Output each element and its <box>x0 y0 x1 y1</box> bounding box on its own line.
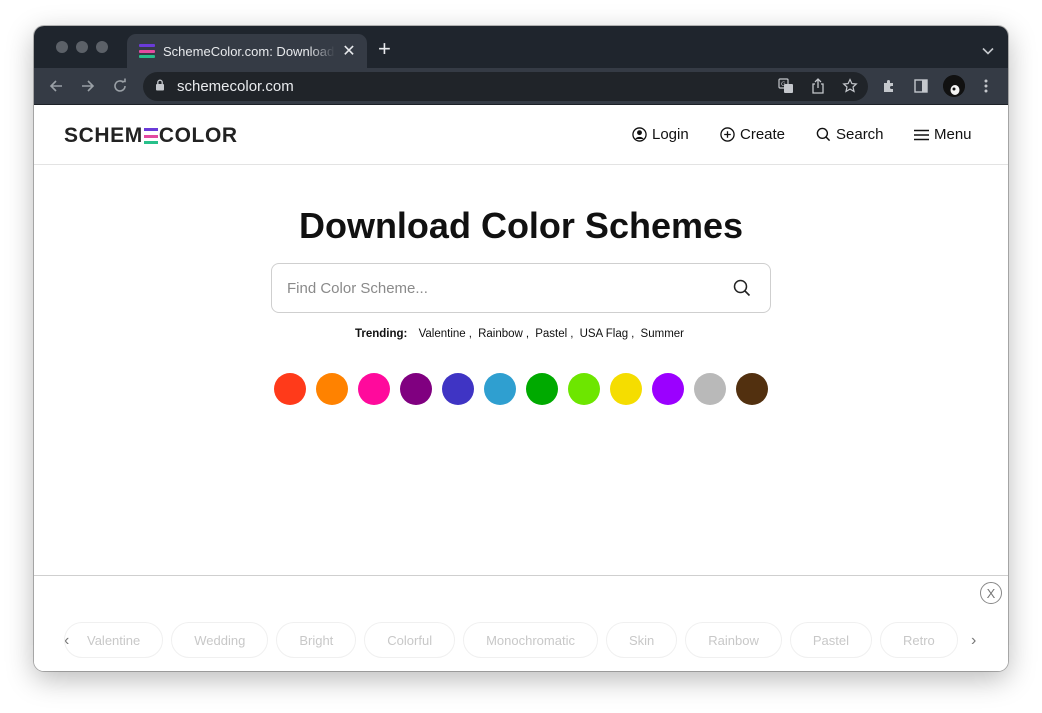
window-zoom-dot[interactable] <box>96 41 108 53</box>
tags-row: Valentine Wedding Bright Colorful Monochroma… <box>64 622 984 658</box>
browser-window: SchemeColor.com: Download, Create and Sh… <box>34 26 1008 671</box>
color-swatch[interactable] <box>358 373 390 405</box>
trending-link[interactable]: Summer <box>641 328 684 340</box>
color-swatch[interactable] <box>400 373 432 405</box>
nav-menu[interactable]: Menu <box>914 126 972 143</box>
tag-pill[interactable]: Wedding <box>171 622 269 658</box>
nav-menu-label: Menu <box>934 126 972 143</box>
tab-search-chevron-icon[interactable] <box>982 42 994 60</box>
browser-toolbar: schemecolor.com G <box>34 68 1008 105</box>
share-icon[interactable] <box>809 77 827 95</box>
back-icon[interactable] <box>47 77 65 95</box>
tags-next-arrow-icon[interactable]: › <box>971 632 976 650</box>
trending-row: Trending: Valentine, Rainbow, Pastel, US… <box>354 328 684 340</box>
site-logo[interactable]: SCHEM COLOR <box>64 124 238 148</box>
trending-label: Trending: <box>354 328 408 340</box>
plus-circle-icon <box>720 127 735 142</box>
tag-pill[interactable]: Colorful <box>364 622 456 658</box>
trending-link[interactable]: Valentine <box>419 328 466 340</box>
color-swatch[interactable] <box>526 373 558 405</box>
reload-icon[interactable] <box>111 77 129 95</box>
tag-pill[interactable]: Pastel <box>789 622 872 658</box>
extensions-icon[interactable] <box>880 77 898 95</box>
window-minimize-dot[interactable] <box>76 41 88 53</box>
forward-icon[interactable] <box>79 77 97 95</box>
color-swatch[interactable] <box>316 373 348 405</box>
site-header: SCHEM COLOR Login Create Search Menu <box>34 105 1008 165</box>
color-swatch[interactable] <box>610 373 642 405</box>
search-submit-icon[interactable] <box>722 279 762 297</box>
nav-login-label: Login <box>652 126 689 143</box>
tag-pill[interactable]: Skin <box>605 622 678 658</box>
scheme-search-box[interactable] <box>271 263 771 313</box>
more-menu-icon[interactable] <box>977 77 995 95</box>
color-swatch[interactable] <box>694 373 726 405</box>
color-swatch[interactable] <box>652 373 684 405</box>
new-tab-button[interactable]: + <box>378 38 391 60</box>
tab-close-icon[interactable]: ✕ <box>341 41 357 61</box>
scheme-search-input[interactable] <box>272 264 722 312</box>
tag-pill[interactable]: Rainbow <box>685 622 782 658</box>
color-swatch[interactable] <box>568 373 600 405</box>
trending-link[interactable]: Pastel <box>535 328 567 340</box>
window-close-dot[interactable] <box>56 41 68 53</box>
tag-pill[interactable]: Bright <box>276 622 357 658</box>
translate-icon[interactable]: G <box>777 77 795 95</box>
profile-avatar[interactable] <box>943 75 965 97</box>
color-swatch[interactable] <box>736 373 768 405</box>
svg-text:G: G <box>781 81 786 88</box>
close-bar-button[interactable]: X <box>980 582 1002 604</box>
nav-login[interactable]: Login <box>632 126 689 143</box>
color-swatch[interactable] <box>274 373 306 405</box>
nav-search-label: Search <box>836 126 884 143</box>
active-tab[interactable]: SchemeColor.com: Download, Create and Sh… <box>127 34 367 68</box>
tab-strip: SchemeColor.com: Download, Create and Sh… <box>34 26 1008 68</box>
page-title: Download Color Schemes <box>298 205 744 246</box>
color-swatch-row <box>274 373 778 405</box>
popular-tags-bar: X ‹ Valentine Wedding Bright Colorful Monoch… <box>34 575 1008 671</box>
search-icon <box>816 127 831 142</box>
nav-create-label: Create <box>740 126 786 143</box>
hamburger-icon <box>914 129 929 140</box>
url-text[interactable]: schemecolor.com <box>177 78 294 95</box>
web-page: SCHEM COLOR Login Create Search Menu Dow… <box>34 105 1008 671</box>
side-panel-icon[interactable] <box>912 77 930 95</box>
logo-text-left: SCHEM <box>64 124 143 147</box>
nav-create[interactable]: Create <box>720 126 785 143</box>
tab-title: SchemeColor.com: Download, Create and Sh… <box>163 43 335 59</box>
logo-e-mark-icon <box>143 128 158 144</box>
address-bar[interactable]: schemecolor.com <box>143 72 868 101</box>
tag-pill[interactable]: Monochromatic <box>463 622 598 658</box>
tag-pill[interactable]: Valentine <box>64 622 164 658</box>
logo-text-right: COLOR <box>158 124 238 147</box>
site-favicon-icon <box>139 43 155 59</box>
bookmark-star-icon[interactable] <box>841 77 859 95</box>
color-swatch[interactable] <box>442 373 474 405</box>
tag-pill[interactable]: Retro <box>880 622 958 658</box>
lock-icon[interactable] <box>155 78 165 96</box>
trending-link[interactable]: Rainbow <box>478 328 523 340</box>
trending-link[interactable]: USA Flag <box>580 328 629 340</box>
nav-search[interactable]: Search <box>816 126 884 143</box>
user-icon <box>632 127 647 142</box>
color-swatch[interactable] <box>484 373 516 405</box>
